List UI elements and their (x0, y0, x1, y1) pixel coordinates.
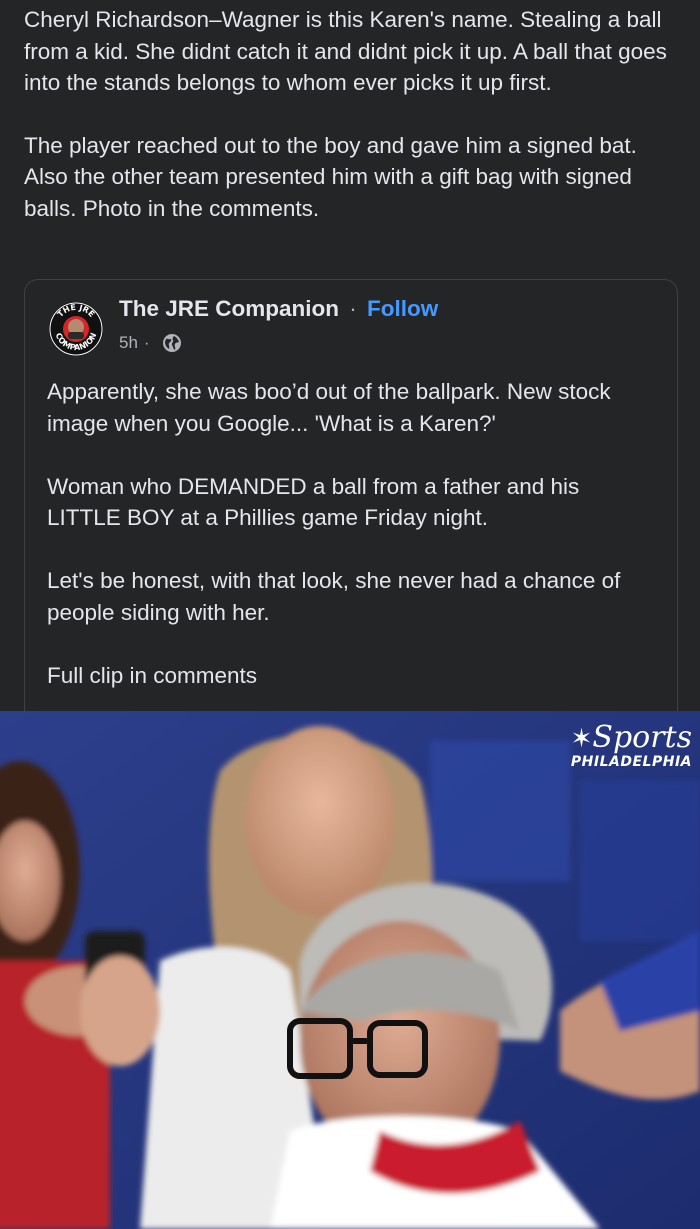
network-logo: ✶Sports PHILADELPHIA (570, 720, 692, 771)
brand-city: PHILADELPHIA (570, 754, 692, 770)
brand-sports: ✶Sports (570, 720, 692, 755)
post-text: Cheryl Richardson–Wagner is this Karen's… (24, 4, 684, 255)
post-author-line: The JRE Companion · Follow (119, 296, 438, 322)
shared-paragraph: Apparently, she was boo’d out of the bal… (47, 379, 611, 436)
post-photo[interactable]: ✶Sports PHILADELPHIA (0, 711, 700, 1229)
separator-dot: · (349, 296, 357, 321)
follow-button[interactable]: Follow (367, 296, 438, 321)
post-paragraph: Cheryl Richardson–Wagner is this Karen's… (24, 7, 667, 95)
shared-paragraph: Full clip in comments (47, 662, 258, 688)
shared-paragraph: Let's be honest, with that look, she nev… (47, 568, 621, 625)
post-time[interactable]: 5h (119, 333, 138, 353)
shared-post-body: Apparently, she was boo’d out of the bal… (47, 376, 657, 723)
author-name[interactable]: The JRE Companion (119, 296, 339, 321)
photo-illustration (0, 711, 700, 1229)
shared-post-card[interactable]: THE JRE COMPANION The JRE Companion · Fo… (24, 279, 678, 740)
post-meta: 5h · (119, 333, 182, 353)
peacock-icon: ✶ (570, 724, 593, 754)
brand-name: Sports (592, 720, 692, 755)
globe-icon (162, 334, 181, 352)
post-paragraph: The player reached out to the boy and ga… (24, 132, 637, 221)
page-avatar[interactable]: THE JRE COMPANION (49, 302, 103, 356)
shared-paragraph: Woman who DEMANDED a ball from a father … (47, 473, 580, 531)
avatar-ring-logo: THE JRE COMPANION (49, 302, 103, 356)
meta-separator: · (143, 333, 150, 352)
